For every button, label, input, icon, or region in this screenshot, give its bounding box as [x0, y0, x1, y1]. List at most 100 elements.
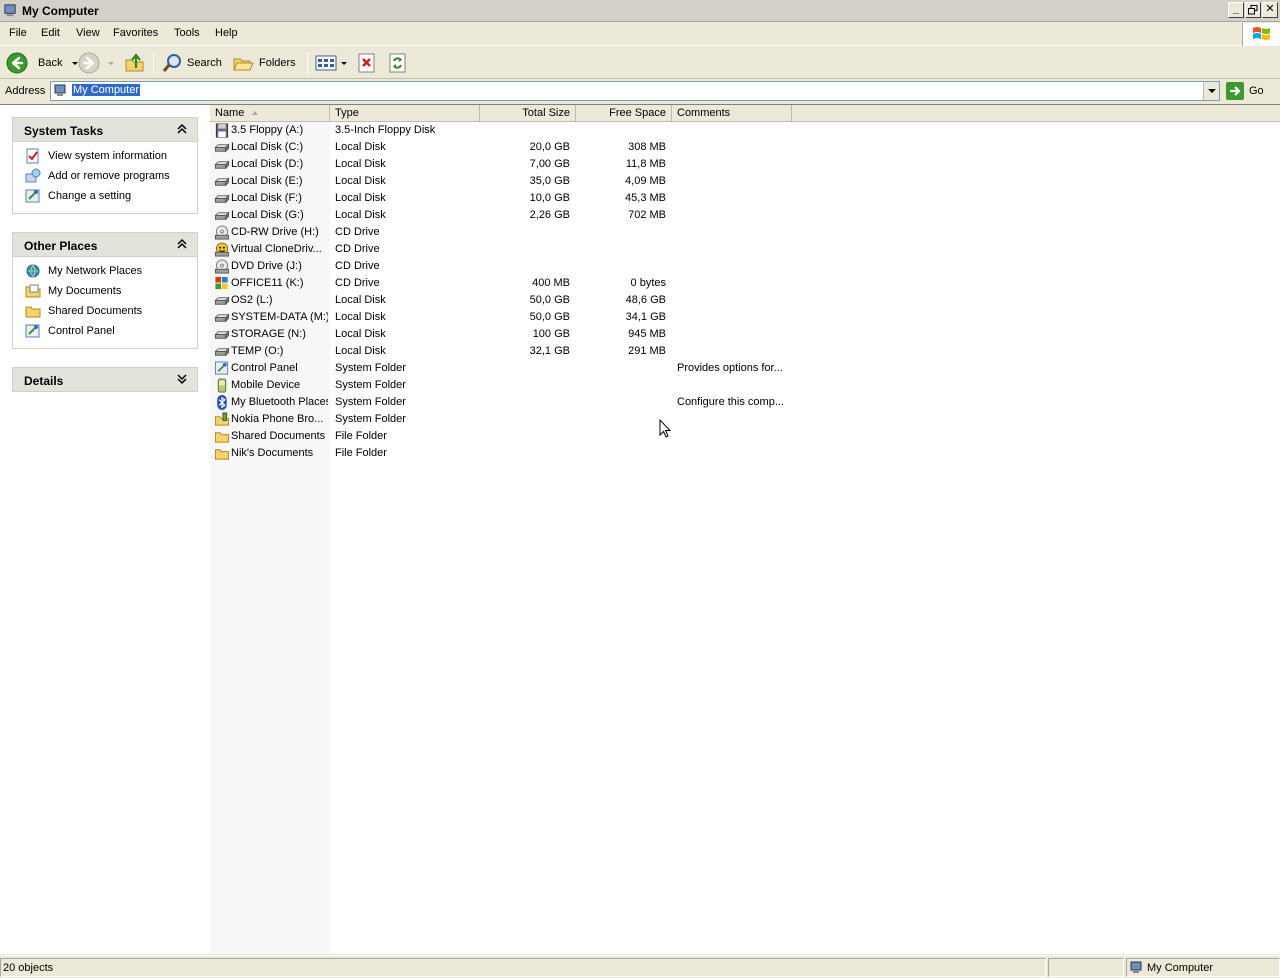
control-panel-icon [25, 324, 40, 338]
item-name: OFFICE11 (K:) [231, 277, 304, 289]
item-name: TEMP (O:) [231, 345, 284, 357]
menu-bar: File Edit View Favorites Tools Help [0, 23, 1280, 46]
file-row[interactable]: DVD Drive (J:) CD Drive [210, 258, 1280, 275]
item-type: System Folder [335, 379, 406, 391]
file-row[interactable]: TEMP (O:) Local Disk 32,1 GB 291 MB [210, 343, 1280, 360]
column-header-comments[interactable]: Comments [672, 105, 792, 122]
file-row[interactable]: Local Disk (D:) Local Disk 7,00 GB 11,8 MB [210, 156, 1280, 173]
folders-button[interactable]: Folders [233, 51, 296, 75]
column-header-total-size[interactable]: Total Size [480, 105, 576, 122]
other-places-title: Other Places [24, 239, 98, 253]
file-row[interactable]: Mobile Device System Folder [210, 377, 1280, 394]
address-dropdown-button[interactable] [1203, 82, 1219, 100]
expand-icon[interactable] [176, 373, 188, 385]
view-system-information-link[interactable]: View system information [13, 147, 197, 167]
collapse-icon[interactable] [176, 123, 188, 135]
column-header-type[interactable]: Type [330, 105, 480, 122]
item-type: Local Disk [335, 209, 386, 221]
restore-button[interactable] [1245, 2, 1261, 18]
file-list[interactable]: Name Type Total Size Free Space Comments… [210, 105, 1280, 954]
item-free-space: 4,09 MB [625, 175, 666, 187]
file-row[interactable]: CD-RW Drive (H:) CD Drive [210, 224, 1280, 241]
menu-favorites[interactable]: Favorites [113, 27, 158, 39]
hard-disk-icon [214, 208, 230, 223]
details-header[interactable]: Details [12, 367, 198, 392]
back-button[interactable]: Back [6, 51, 79, 75]
system-tasks-header[interactable]: System Tasks [12, 117, 198, 142]
file-row[interactable]: SYSTEM-DATA (M:) Local Disk 50,0 GB 34,1 GB [210, 309, 1280, 326]
item-free-space: 34,1 GB [625, 311, 666, 323]
delete-button[interactable] [357, 51, 377, 75]
search-button[interactable]: Search [161, 51, 222, 75]
item-type: File Folder [335, 430, 387, 442]
link-label: Control Panel [48, 325, 115, 337]
hard-disk-icon [214, 157, 230, 172]
address-bar: Address My Computer Go [0, 80, 1280, 103]
item-free-space: 11,8 MB [625, 158, 666, 170]
item-name: Shared Documents [231, 430, 326, 442]
phone-browser-icon [214, 412, 230, 427]
system-info-icon [26, 148, 39, 164]
toolbar-separator [307, 52, 308, 74]
item-type: Local Disk [335, 192, 386, 204]
control-panel-icon [25, 189, 40, 203]
toolbar-separator [153, 52, 154, 74]
file-row[interactable]: Virtual CloneDriv... CD Drive [210, 241, 1280, 258]
item-type: CD Drive [335, 243, 380, 255]
file-row[interactable]: OFFICE11 (K:) CD Drive 400 MB 0 bytes [210, 275, 1280, 292]
item-type: CD Drive [335, 260, 380, 272]
link-label: My Network Places [48, 265, 143, 277]
item-type: File Folder [335, 447, 387, 459]
file-row[interactable]: 3.5 Floppy (A:) 3.5-Inch Floppy Disk [210, 122, 1280, 139]
cd-drive-icon [214, 225, 230, 240]
status-pane-location: My Computer [1126, 958, 1280, 977]
menu-tools[interactable]: Tools [174, 27, 200, 39]
file-row[interactable]: Local Disk (G:) Local Disk 2,26 GB 702 MB [210, 207, 1280, 224]
views-dropdown-icon[interactable] [341, 61, 347, 65]
other-places-header[interactable]: Other Places [12, 232, 198, 257]
refresh-button[interactable] [388, 51, 408, 75]
close-button[interactable]: ✕ [1262, 2, 1278, 18]
hard-disk-icon [214, 327, 230, 342]
change-a-setting-link[interactable]: Change a setting [13, 187, 197, 207]
file-row[interactable]: OS2 (L:) Local Disk 50,0 GB 48,6 GB [210, 292, 1280, 309]
views-button[interactable] [315, 51, 347, 75]
file-row[interactable]: My Bluetooth Places System Folder Configur… [210, 394, 1280, 411]
file-row[interactable]: Nokia Phone Bro... System Folder [210, 411, 1280, 428]
column-header-free-space[interactable]: Free Space [576, 105, 672, 122]
file-row[interactable]: Nik's Documents File Folder [210, 445, 1280, 462]
minimize-button[interactable]: _ [1228, 2, 1244, 18]
file-row[interactable]: Local Disk (F:) Local Disk 10,0 GB 45,3 MB [210, 190, 1280, 207]
item-comments: Provides options for... [677, 362, 783, 374]
my-network-places-link[interactable]: My Network Places [13, 262, 197, 282]
menu-file[interactable]: File [9, 27, 27, 39]
go-button[interactable]: Go [1226, 81, 1264, 101]
column-header-name[interactable]: Name [210, 105, 330, 122]
up-folder-button[interactable] [124, 51, 146, 75]
address-input[interactable]: My Computer [50, 81, 1220, 101]
forward-button[interactable] [78, 51, 114, 75]
item-comments: Configure this comp... [677, 396, 784, 408]
add-remove-programs-link[interactable]: Add or remove programs [13, 167, 197, 187]
file-row[interactable]: Local Disk (E:) Local Disk 35,0 GB 4,09 MB [210, 173, 1280, 190]
my-documents-link[interactable]: My Documents [13, 282, 197, 302]
menu-edit[interactable]: Edit [41, 27, 60, 39]
menu-help[interactable]: Help [215, 27, 238, 39]
file-row[interactable]: Control Panel System Folder Provides optio… [210, 360, 1280, 377]
other-places-panel: Other Places My Network Places My Docume… [12, 232, 198, 349]
file-row[interactable]: STORAGE (N:) Local Disk 100 GB 945 MB [210, 326, 1280, 343]
title-bar[interactable]: My Computer _ ✕ [0, 0, 1280, 22]
item-name: Control Panel [231, 362, 298, 374]
item-name: Mobile Device [231, 379, 301, 391]
file-row[interactable]: Local Disk (C:) Local Disk 20,0 GB 308 MB [210, 139, 1280, 156]
collapse-icon[interactable] [176, 238, 188, 250]
file-row[interactable]: Shared Documents File Folder [210, 428, 1280, 445]
status-bar: 20 objects My Computer [0, 955, 1280, 978]
shared-documents-link[interactable]: Shared Documents [13, 302, 197, 322]
menu-view[interactable]: View [76, 27, 100, 39]
refresh-icon [389, 53, 406, 73]
item-type: Local Disk [335, 345, 386, 357]
address-label: Address [5, 85, 46, 97]
control-panel-link[interactable]: Control Panel [13, 322, 197, 342]
forward-dropdown-icon[interactable] [108, 61, 114, 65]
